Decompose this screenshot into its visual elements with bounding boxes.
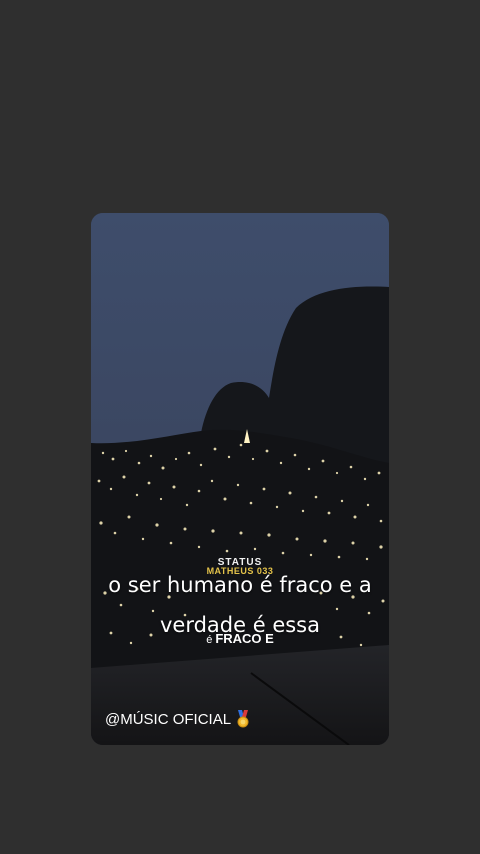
- sub-caption-small: é: [206, 634, 213, 646]
- story-card[interactable]: STATUS MATHEUS 033 o ser humano é fraco …: [91, 213, 389, 745]
- sub-caption-big: FRACO E: [215, 631, 274, 646]
- sub-caption: é FRACO E: [91, 631, 389, 646]
- caption-line-1: o ser humano é fraco e a: [108, 573, 372, 597]
- medal-icon: [237, 710, 249, 728]
- account-handle[interactable]: @MÚSIC OFICIAL: [105, 710, 250, 728]
- night-city-photo: [91, 213, 389, 745]
- handle-text: @MÚSIC OFICIAL: [105, 710, 232, 728]
